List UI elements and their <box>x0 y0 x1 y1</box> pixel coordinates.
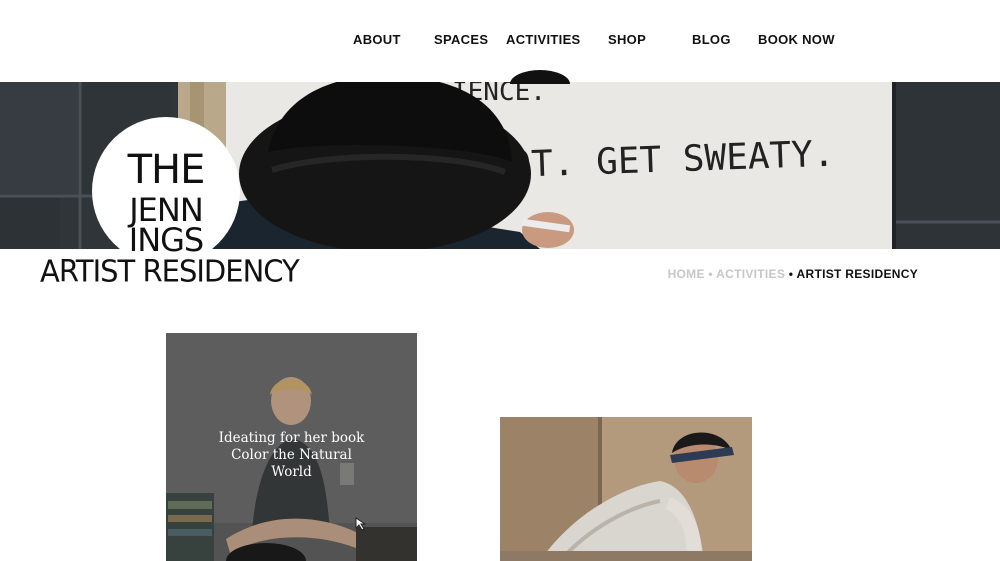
page-title: ARTIST RESIDENCY <box>40 253 300 289</box>
nav-book-now[interactable]: BOOK NOW <box>758 32 835 47</box>
caption-line: World <box>271 464 312 480</box>
nav-spaces[interactable]: SPACES <box>434 32 488 47</box>
top-navigation: ABOUT SPACES ACTIVITIES SHOP BLOG BOOK N… <box>0 0 1000 82</box>
breadcrumb-current: ARTIST RESIDENCY <box>796 267 918 281</box>
breadcrumb-separator: • <box>708 267 713 281</box>
breadcrumb-separator: • <box>788 267 794 281</box>
nav-about[interactable]: ABOUT <box>353 32 401 47</box>
site-logo[interactable]: THE JENN INGS <box>92 117 240 265</box>
caption-line: Color the Natural <box>231 447 352 463</box>
nav-activities[interactable]: ACTIVITIES <box>506 32 581 47</box>
breadcrumb-home[interactable]: HOME <box>668 267 705 281</box>
nav-blog[interactable]: BLOG <box>692 32 731 47</box>
caption-line: Ideating for her book <box>218 430 365 446</box>
logo-line-1: THE <box>127 147 206 193</box>
breadcrumb: HOME • ACTIVITIES • ARTIST RESIDENCY <box>668 267 918 281</box>
gallery-item-2[interactable] <box>500 417 752 561</box>
gallery-photo-2 <box>500 417 752 561</box>
banner-half-circle <box>510 70 570 84</box>
gallery-caption-1: Ideating for her book Color the Natural … <box>166 430 417 481</box>
breadcrumb-activities[interactable]: ACTIVITIES <box>716 267 785 281</box>
gallery-item-1[interactable]: Ideating for her book Color the Natural … <box>166 333 417 561</box>
mouse-cursor-icon <box>355 517 366 531</box>
nav-shop[interactable]: SHOP <box>608 32 646 47</box>
